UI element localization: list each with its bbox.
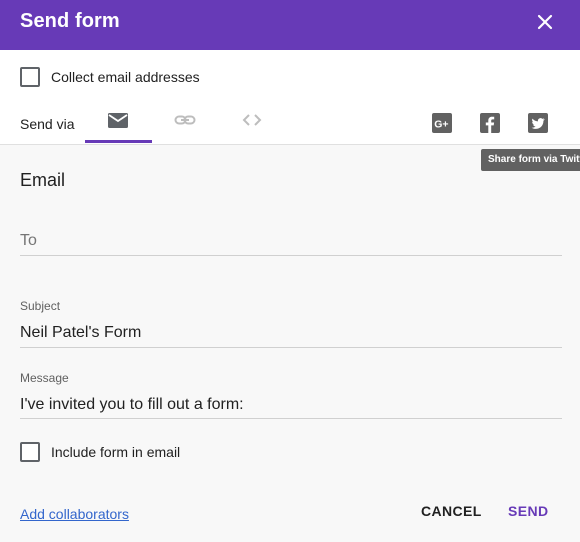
link-icon [174, 115, 196, 125]
embed-code-icon [242, 114, 262, 126]
tab-email[interactable] [85, 102, 151, 142]
message-field-underline [20, 418, 562, 419]
send-button[interactable]: SEND [508, 503, 549, 519]
tab-link[interactable] [152, 102, 218, 142]
subject-field[interactable]: Neil Patel's Form [20, 324, 141, 342]
email-icon [108, 113, 128, 128]
facebook-icon[interactable] [480, 113, 500, 133]
svg-text:G+: G+ [434, 119, 448, 131]
subject-field-underline [20, 347, 562, 348]
collect-email-checkbox[interactable] [20, 67, 40, 87]
add-collaborators-link[interactable]: Add collaborators [20, 506, 129, 522]
cancel-button[interactable]: CANCEL [421, 503, 482, 519]
twitter-share-tooltip: Share form via Twitter [481, 149, 580, 171]
include-form-checkbox[interactable] [20, 442, 40, 462]
email-section-title: Email [20, 170, 66, 190]
tab-embed[interactable] [219, 102, 285, 142]
subject-label: Subject [20, 299, 61, 313]
dialog-title: Send form [20, 10, 120, 32]
message-field[interactable]: I've invited you to fill out a form: [20, 396, 244, 414]
to-field-underline [20, 255, 562, 256]
twitter-icon[interactable] [528, 113, 548, 133]
active-tab-indicator [85, 140, 152, 143]
send-via-label: Send via [20, 116, 75, 132]
collect-email-label: Collect email addresses [51, 69, 200, 85]
include-form-label: Include form in email [51, 444, 181, 460]
to-field[interactable]: To [20, 232, 37, 250]
close-icon[interactable] [532, 9, 558, 35]
message-label: Message [20, 371, 69, 385]
dialog-header: Send form [0, 0, 580, 50]
google-plus-icon[interactable]: G+ [432, 113, 452, 133]
